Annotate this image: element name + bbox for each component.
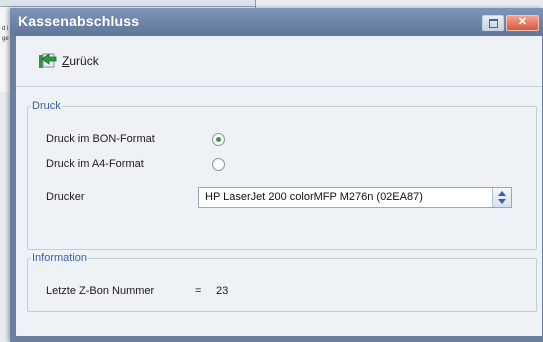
equals-sign: = [195, 285, 202, 297]
druck-group-legend: Druck [32, 100, 61, 112]
background-window-strip [0, 0, 255, 7]
bon-format-radio[interactable] [212, 133, 225, 146]
chevron-down-icon [498, 199, 506, 204]
back-label-text: urück [69, 54, 99, 68]
radio-selected-dot [216, 137, 221, 142]
a4-format-radio[interactable] [212, 158, 225, 171]
information-group: Information [27, 252, 537, 312]
drucker-select-value: HP LaserJet 200 colorMFP M276n (02EA87) [205, 191, 423, 203]
a4-format-label: Druck im A4-Format [46, 158, 144, 170]
bon-format-label: Druck im BON-Format [46, 133, 155, 145]
back-arrow-icon [39, 53, 57, 68]
chevron-up-icon [498, 191, 506, 196]
letzte-zbon-value: 23 [216, 285, 229, 297]
background-text-fragment: ge [2, 36, 9, 42]
drucker-label: Drucker [46, 191, 85, 203]
background-text-fragment: d l [2, 26, 9, 32]
information-group-legend: Information [32, 252, 88, 264]
druck-group: Druck [27, 100, 537, 250]
window-title: Kassenabschluss [18, 13, 140, 29]
toolbar: Zurück [16, 36, 542, 81]
drucker-select-spinner[interactable] [492, 188, 511, 207]
back-button-label: Zurück [62, 54, 99, 68]
title-bar[interactable]: Kassenabschluss [10, 8, 543, 36]
close-button[interactable] [506, 15, 539, 31]
kassenabschluss-window: Kassenabschluss Zurück Druck Druck im BO… [10, 8, 543, 342]
toolbar-separator [16, 86, 542, 87]
drucker-select[interactable]: HP LaserJet 200 colorMFP M276n (02EA87) [198, 187, 512, 208]
letzte-zbon-label: Letzte Z-Bon Nummer [46, 285, 155, 297]
window-content: Zurück Druck Druck im BON-Format Druck i… [16, 36, 542, 336]
restore-button[interactable] [482, 15, 504, 31]
